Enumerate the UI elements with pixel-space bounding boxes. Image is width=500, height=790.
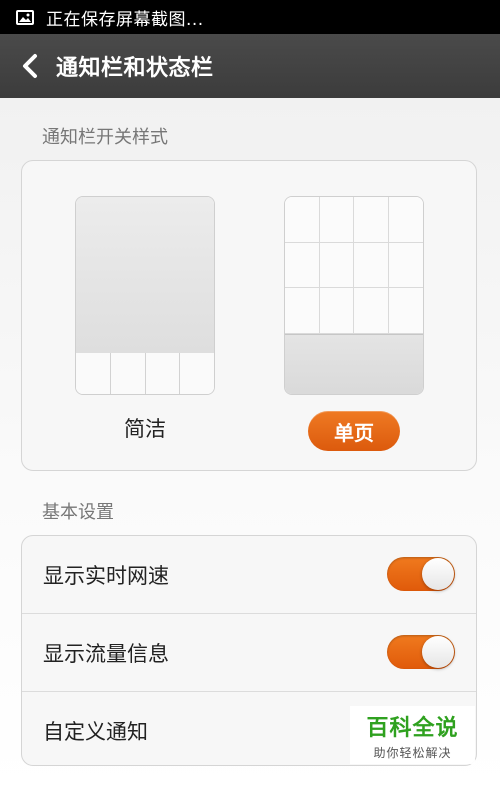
setting-label: 显示实时网速 <box>43 563 169 588</box>
setting-label: 显示流量信息 <box>43 641 169 666</box>
back-arrow-icon <box>23 54 37 78</box>
setting-row-realtime-speed[interactable]: 显示实时网速 <box>22 536 476 614</box>
page-title: 通知栏和状态栏 <box>56 56 214 81</box>
watermark-sub-text: 助你轻松解决 <box>373 745 452 760</box>
title-bar: 通知栏和状态栏 <box>0 34 500 98</box>
setting-row-traffic-info[interactable]: 显示流量信息 <box>22 614 476 692</box>
watermark-main-text: 百科全说 <box>366 715 459 741</box>
section-label-notification-style: 通知栏开关样式 <box>42 127 168 148</box>
setting-label: 自定义通知 <box>43 719 148 744</box>
settings-content: 通知栏开关样式 简洁 单页 基本设置 显示实时网速 显示流量信息 自定义通知 <box>0 98 500 790</box>
section-label-basic-settings: 基本设置 <box>42 502 114 523</box>
screenshot-icon <box>16 9 34 25</box>
notification-style-card: 简洁 单页 <box>21 160 477 471</box>
status-bar: 正在保存屏幕截图... <box>0 0 500 34</box>
simple-style-preview[interactable] <box>75 196 215 395</box>
style-option-single-page-selected-badge[interactable]: 单页 <box>308 411 400 451</box>
realtime-speed-toggle[interactable] <box>387 557 455 591</box>
traffic-info-toggle[interactable] <box>387 635 455 669</box>
watermark-logo: 百科全说 助你轻松解决 <box>350 706 475 764</box>
style-option-simple-label: 简洁 <box>124 417 166 441</box>
back-button[interactable] <box>8 34 52 98</box>
status-text: 正在保存屏幕截图... <box>46 9 204 30</box>
single-page-style-preview[interactable] <box>284 196 424 395</box>
